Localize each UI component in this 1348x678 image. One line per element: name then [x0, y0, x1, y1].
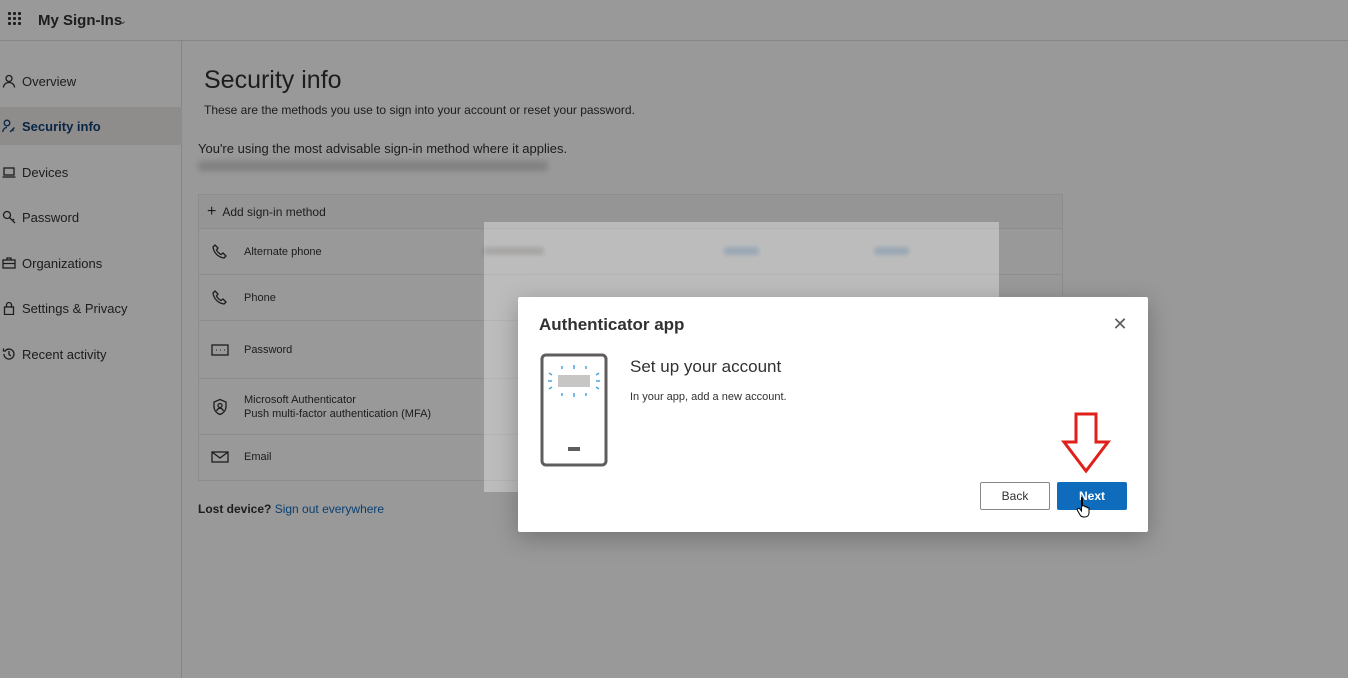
- back-button[interactable]: Back: [980, 482, 1050, 510]
- close-icon[interactable]: ✕: [1110, 314, 1130, 334]
- hand-cursor-icon: [1076, 497, 1090, 518]
- red-arrow-down-icon: [1060, 412, 1112, 474]
- phone-illustration-icon: [540, 353, 608, 467]
- dialog-title: Authenticator app: [539, 315, 685, 334]
- authenticator-dialog: Authenticator app ✕ Set up your account …: [518, 297, 1148, 532]
- dialog-heading: Set up your account: [630, 357, 782, 376]
- dialog-instruction: In your app, add a new account.: [630, 391, 787, 403]
- next-button[interactable]: Next: [1057, 482, 1127, 510]
